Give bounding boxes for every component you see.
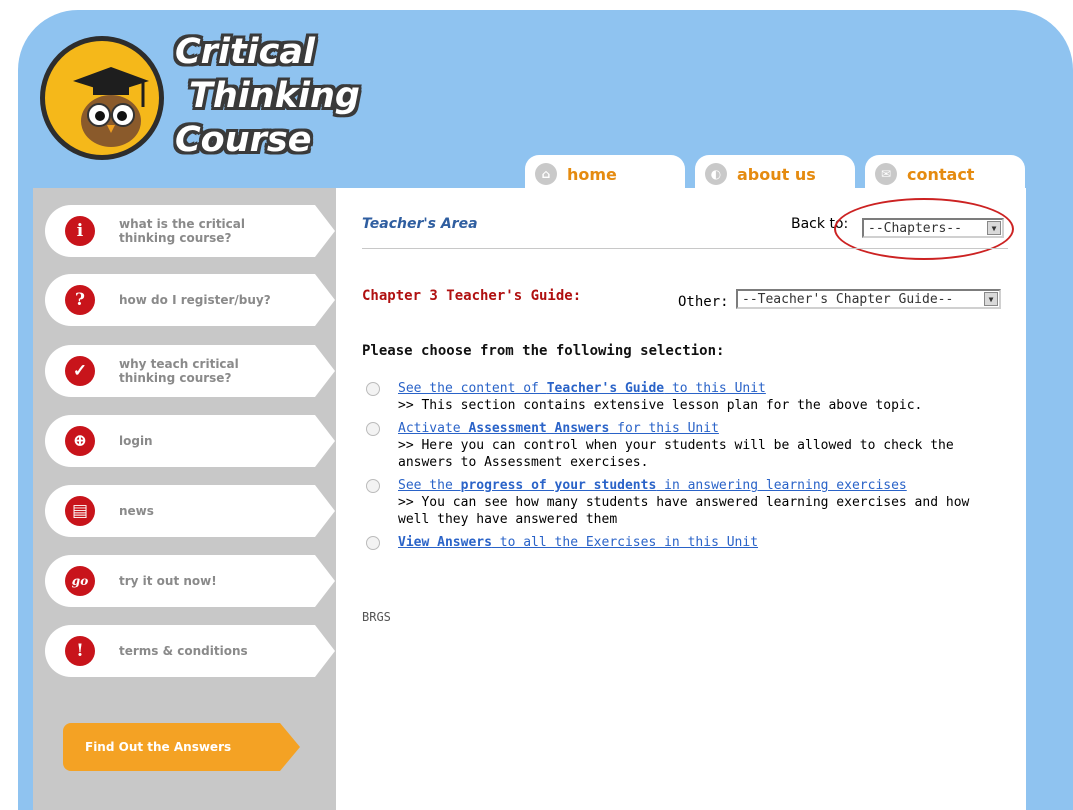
sidebar-item-label: what is the critical thinking course? xyxy=(119,217,245,245)
tab-home-label: home xyxy=(567,164,617,184)
envelope-icon: ✉ xyxy=(875,163,897,185)
document-icon: ▤ xyxy=(65,496,95,526)
option-link-assessment-answers[interactable]: Activate Assessment Answers for this Uni… xyxy=(398,421,719,436)
sidebar-item-register[interactable]: ? how do I register/buy? xyxy=(45,274,335,326)
question-icon: ? xyxy=(65,285,95,315)
radio-button[interactable] xyxy=(366,382,380,396)
lock-icon: ⊕ xyxy=(65,426,95,456)
info-icon: ◐ xyxy=(705,163,727,185)
option-link-student-progress[interactable]: See the progress of your students in ans… xyxy=(398,478,907,493)
highlight-ellipse xyxy=(834,198,1014,260)
home-icon: ⌂ xyxy=(535,163,557,185)
logo-badge xyxy=(40,36,164,160)
radio-button[interactable] xyxy=(366,479,380,493)
sidebar-item-label: how do I register/buy? xyxy=(119,293,271,307)
sidebar-item-label: terms & conditions xyxy=(119,644,248,658)
tab-contact-label: contact xyxy=(907,164,975,184)
radio-button[interactable] xyxy=(366,536,380,550)
logo-line-1: Critical xyxy=(175,32,316,72)
page-title: Teacher's Area xyxy=(362,216,478,232)
option-description: >> Here you can control when your studen… xyxy=(398,438,954,470)
logo-line-3: Course xyxy=(175,120,312,160)
sidebar-item-label: login xyxy=(119,434,153,448)
guide-select[interactable]: --Teacher's Chapter Guide-- ▼ xyxy=(736,289,1001,309)
divider xyxy=(362,248,1008,249)
radio-button[interactable] xyxy=(366,422,380,436)
tab-about-label: about us xyxy=(737,164,816,184)
sidebar-item-login[interactable]: ⊕ login xyxy=(45,415,335,467)
info-icon: i xyxy=(65,216,95,246)
logo-text: Critical Thinking Course xyxy=(175,30,360,162)
exclamation-icon: ! xyxy=(65,636,95,666)
site-logo[interactable]: Critical Thinking Course xyxy=(40,30,370,180)
list-item: See the progress of your students in ans… xyxy=(366,477,1006,528)
option-description: >> You can see how many students have an… xyxy=(398,495,970,527)
option-link-teachers-guide[interactable]: See the content of Teacher's Guide to th… xyxy=(398,381,766,396)
sidebar-item-label: news xyxy=(119,504,154,518)
chapter-title: Chapter 3 Teacher's Guide: xyxy=(362,288,582,304)
sidebar-item-try-it[interactable]: go try it out now! xyxy=(45,555,335,607)
owl-icon xyxy=(73,67,149,147)
sidebar-item-news[interactable]: ▤ news xyxy=(45,485,335,537)
sidebar-item-label: try it out now! xyxy=(119,574,217,588)
guide-select-value: --Teacher's Chapter Guide-- xyxy=(742,291,954,307)
check-icon: ✓ xyxy=(65,356,95,386)
footer-text: BRGS xyxy=(362,610,391,624)
logo-line-2: Thinking xyxy=(189,76,360,116)
sidebar: i what is the critical thinking course? … xyxy=(33,188,336,810)
go-icon: go xyxy=(65,566,95,596)
list-item: See the content of Teacher's Guide to th… xyxy=(366,380,1006,414)
chevron-down-icon[interactable]: ▼ xyxy=(984,292,998,306)
sidebar-item-label: why teach critical thinking course? xyxy=(119,357,239,385)
option-description: >> This section contains extensive lesso… xyxy=(398,398,923,413)
option-link-view-answers[interactable]: View Answers to all the Exercises in thi… xyxy=(398,535,758,550)
sidebar-item-what-is[interactable]: i what is the critical thinking course? xyxy=(45,205,335,257)
sidebar-item-terms[interactable]: ! terms & conditions xyxy=(45,625,335,677)
selection-prompt: Please choose from the following selecti… xyxy=(362,343,725,359)
find-answers-button[interactable]: Find Out the Answers xyxy=(63,723,300,771)
list-item: Activate Assessment Answers for this Uni… xyxy=(366,420,1006,471)
options-list: See the content of Teacher's Guide to th… xyxy=(366,380,1006,551)
other-label: Other: xyxy=(678,294,729,310)
list-item: View Answers to all the Exercises in thi… xyxy=(366,534,1006,551)
sidebar-item-why-teach[interactable]: ✓ why teach critical thinking course? xyxy=(45,345,335,397)
main-content: Teacher's Area Back to: --Chapters-- ▼ C… xyxy=(336,188,1026,810)
